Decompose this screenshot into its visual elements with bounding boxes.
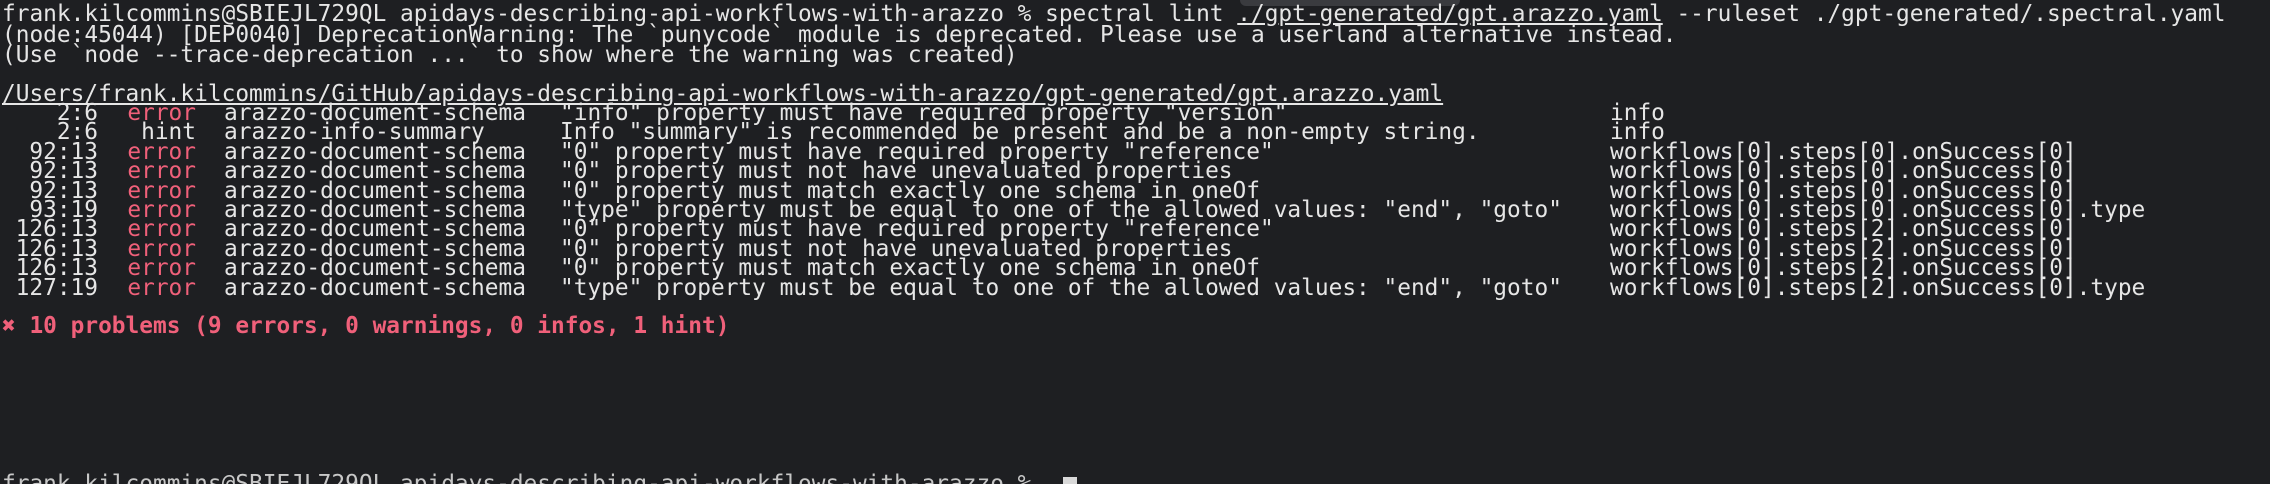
- next-prompt-line: frank.kilcommins@SBIEJL729QL apidays-des…: [2, 471, 1046, 484]
- command-options: --ruleset ./gpt-generated/.spectral.yaml: [1662, 1, 2226, 27]
- result-rule: arazzo-document-schema: [224, 274, 526, 301]
- result-severity: error: [127, 274, 196, 301]
- problems-summary: ✖ 10 problems (9 errors, 0 warnings, 0 i…: [2, 313, 730, 339]
- text-cursor: [1063, 477, 1077, 484]
- lint-result-row: 127:19 error arazzo-document-schema "type" …: [2, 274, 2270, 302]
- result-position: 127:19: [15, 274, 98, 301]
- trace-hint-line: (Use `node --trace-deprecation ...` to s…: [2, 42, 1018, 68]
- terminal-window[interactable]: frank.kilcommins@SBIEJL729QL apidays-des…: [0, 0, 2270, 484]
- result-message: "type" property must be equal to one of …: [560, 274, 1562, 301]
- result-json-path: workflows[0].steps[2].onSuccess[0].type: [1610, 274, 2146, 301]
